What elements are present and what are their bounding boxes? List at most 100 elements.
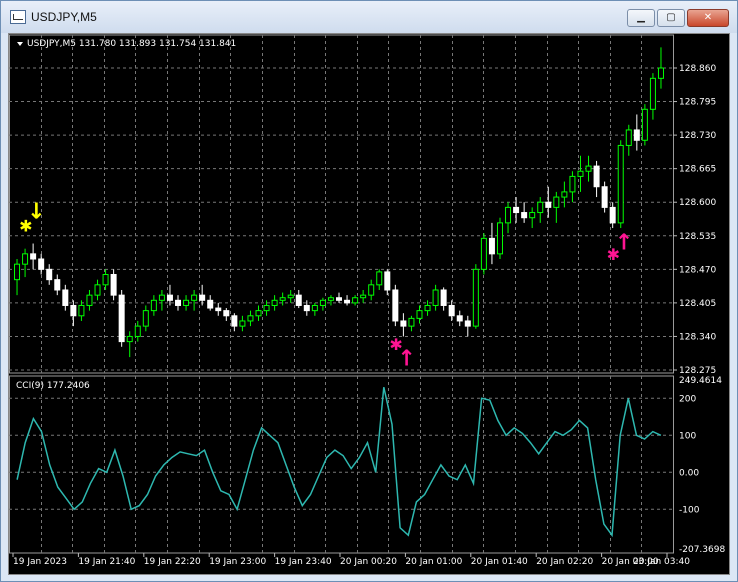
candle-body bbox=[617, 144, 624, 224]
cci-line bbox=[16, 387, 662, 538]
candle-body bbox=[327, 297, 334, 301]
time-axis-label: 20 Jan 01:40 bbox=[471, 557, 528, 567]
candle-body bbox=[150, 299, 157, 312]
price-axis-label: 128.535 bbox=[679, 232, 716, 242]
candle-body bbox=[472, 268, 479, 327]
candle-body bbox=[392, 289, 399, 322]
candle-body bbox=[440, 289, 447, 306]
candle-body bbox=[569, 175, 576, 193]
cci-axis-label: 100 bbox=[679, 431, 696, 441]
candle-body bbox=[102, 273, 109, 286]
price-axis-label: 128.730 bbox=[679, 131, 716, 141]
price-chart-header: USDJPY,M5 131.780 131.893 131.754 131.84… bbox=[27, 39, 236, 49]
cci-header: CCI(9) 177.2406 bbox=[16, 381, 90, 391]
candle-body bbox=[54, 279, 61, 291]
chart-window: USDJPY,M5 ▁ ▢ ✕ ✱ ↓ ✱ ↑ ✱ ↑ 128.860 128.795 128… bbox=[0, 0, 738, 582]
price-axis-label: 128.275 bbox=[679, 366, 716, 376]
candle-body bbox=[384, 271, 391, 291]
signal-marker: ↓ bbox=[27, 200, 45, 225]
candle-body bbox=[199, 294, 206, 301]
cci-axis-label: -207.3698 bbox=[679, 545, 725, 555]
candle-body bbox=[625, 129, 632, 146]
candle-body bbox=[416, 310, 423, 319]
time-axis-label: 19 Jan 23:00 bbox=[209, 557, 266, 567]
time-axis-label: 20 Jan 01:00 bbox=[405, 557, 462, 567]
candle-body bbox=[158, 294, 165, 301]
candle-body bbox=[134, 325, 141, 337]
candle-body bbox=[496, 222, 503, 255]
candle-body bbox=[424, 304, 431, 312]
candle-body bbox=[601, 186, 608, 208]
price-panel-frame bbox=[9, 34, 674, 374]
candle-body bbox=[14, 263, 21, 281]
candle-body bbox=[287, 294, 294, 299]
signal-marker: ↑ bbox=[397, 347, 415, 372]
candle-body bbox=[488, 237, 495, 255]
candle-body bbox=[641, 108, 648, 141]
candle-body bbox=[279, 297, 286, 301]
candle-body bbox=[456, 315, 463, 322]
price-axis-label: 128.600 bbox=[679, 198, 716, 208]
candle-body bbox=[223, 310, 230, 317]
candle-body bbox=[46, 268, 53, 281]
candle-body bbox=[408, 317, 415, 327]
candle-body bbox=[657, 67, 664, 79]
candle-body bbox=[271, 299, 278, 306]
candle-body bbox=[70, 304, 77, 317]
candle-body bbox=[62, 289, 69, 306]
price-axis-label: 128.340 bbox=[679, 332, 716, 342]
time-axis-label: 20 Jan 03:40 bbox=[633, 557, 690, 567]
price-axis-label: 128.470 bbox=[679, 265, 716, 275]
chart-canvas[interactable]: ✱↓✱↑✱↑ 128.860128.795128.730128.665128.6… bbox=[9, 34, 729, 574]
candle-body bbox=[78, 304, 85, 317]
candle-body bbox=[553, 196, 560, 208]
candle-body bbox=[175, 299, 182, 306]
chart-menu-triangle-icon[interactable] bbox=[17, 42, 23, 46]
cci-axis-label: 200 bbox=[679, 394, 696, 404]
candle-body bbox=[118, 294, 125, 343]
candle-body bbox=[86, 294, 93, 306]
time-axis-label: 20 Jan 02:20 bbox=[536, 557, 593, 567]
candle-body bbox=[649, 77, 656, 110]
candle-body bbox=[110, 273, 117, 296]
candle-body bbox=[166, 294, 173, 301]
candle-body bbox=[633, 129, 640, 141]
candle-body bbox=[521, 212, 528, 219]
candle-body bbox=[22, 253, 29, 265]
candle-body bbox=[505, 206, 512, 224]
candle-body bbox=[311, 304, 318, 312]
candle-body bbox=[263, 304, 270, 312]
candle-body bbox=[94, 284, 101, 296]
candle-body bbox=[577, 170, 584, 177]
maximize-button[interactable]: ▢ bbox=[657, 9, 685, 27]
candle-body bbox=[255, 310, 262, 317]
candle-body bbox=[183, 299, 190, 306]
signal-marker: ↑ bbox=[615, 231, 633, 256]
candle-body bbox=[585, 165, 592, 172]
candle-body bbox=[215, 307, 222, 312]
close-button[interactable]: ✕ bbox=[687, 9, 729, 27]
candle-body bbox=[400, 320, 407, 327]
time-axis-label: 20 Jan 00:20 bbox=[340, 557, 397, 567]
time-axis-label: 19 Jan 22:20 bbox=[144, 557, 201, 567]
candle-body bbox=[352, 297, 359, 304]
candle-body bbox=[464, 320, 471, 327]
candle-body bbox=[30, 253, 37, 260]
candle-body bbox=[593, 165, 600, 188]
candle-body bbox=[360, 294, 367, 299]
candle-body bbox=[295, 294, 302, 306]
price-axis-label: 128.860 bbox=[679, 64, 716, 74]
price-axis-label: 128.405 bbox=[679, 299, 716, 309]
candle-body bbox=[513, 206, 520, 214]
candle-body bbox=[448, 304, 455, 317]
minimize-button[interactable]: ▁ bbox=[627, 9, 655, 27]
candle-body bbox=[561, 191, 568, 198]
candle-body bbox=[480, 237, 487, 270]
candle-body bbox=[609, 206, 616, 224]
candle-body bbox=[207, 299, 214, 309]
title-bar[interactable]: USDJPY,M5 ▁ ▢ ✕ bbox=[1, 1, 737, 33]
candle-body bbox=[336, 297, 342, 301]
candle-body bbox=[247, 315, 254, 322]
candle-body bbox=[231, 315, 238, 327]
chart-area[interactable]: ✱ ↓ ✱ ↑ ✱ ↑ 128.860 128.795 128.730 128.665 128.6… bbox=[8, 33, 730, 575]
